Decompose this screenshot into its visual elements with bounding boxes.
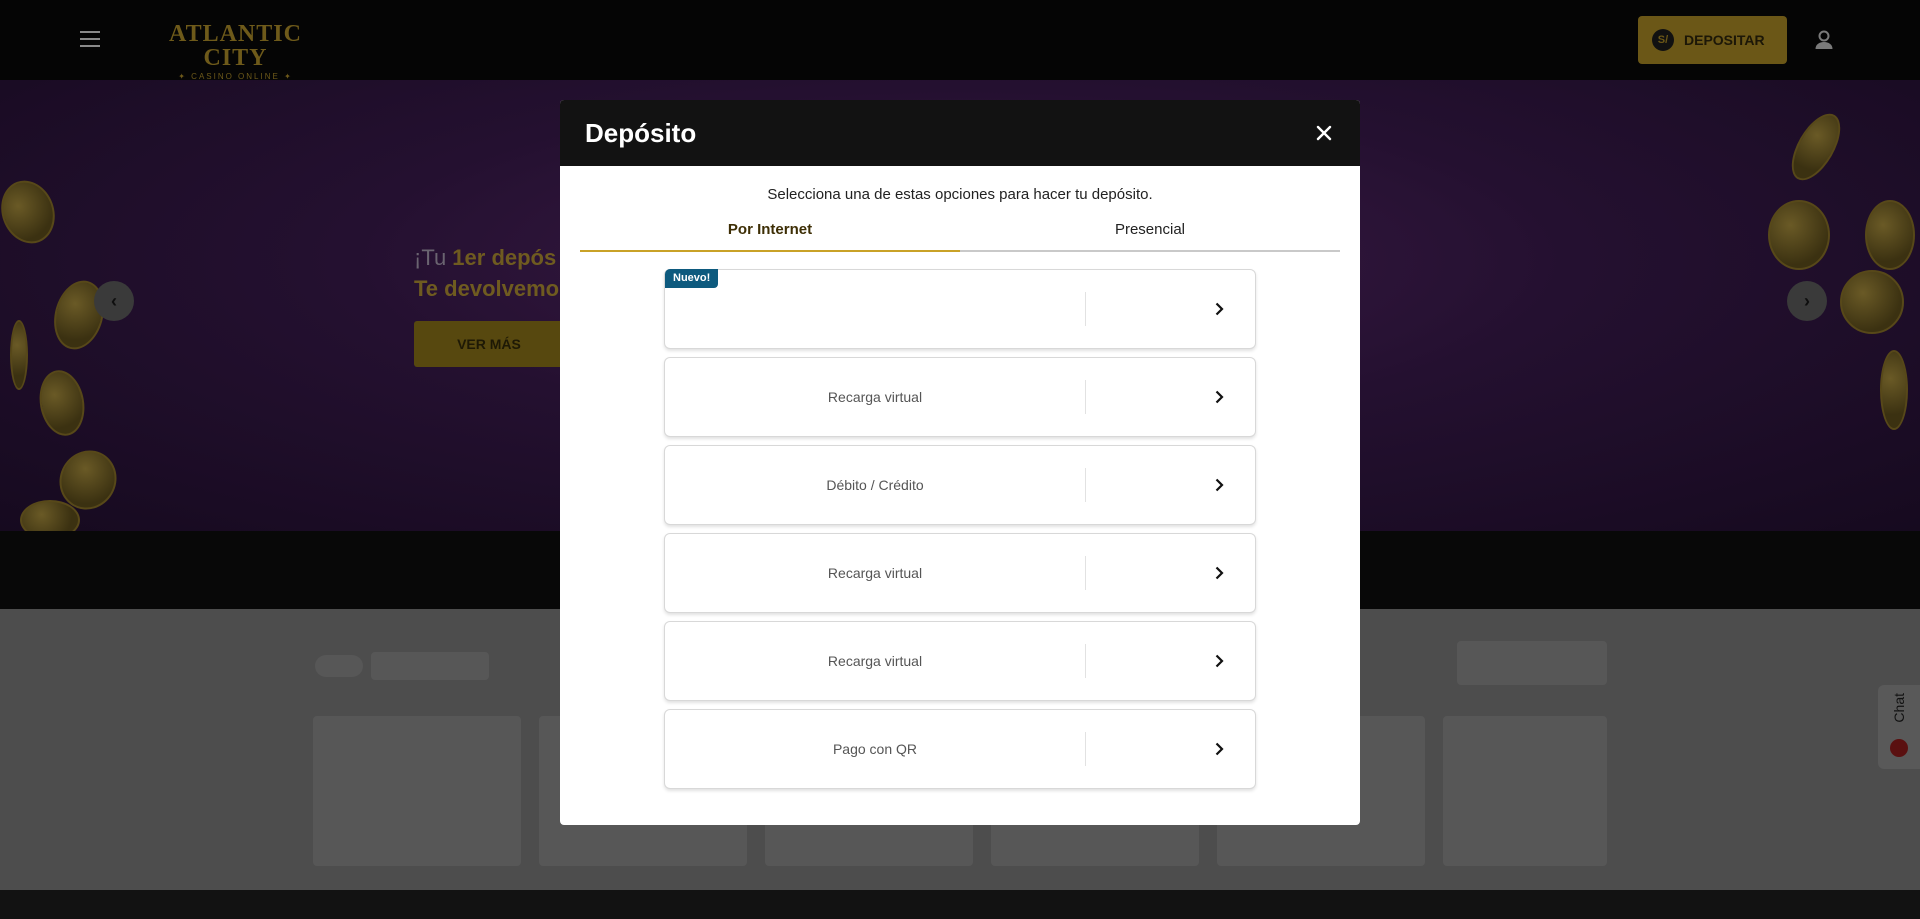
chevron-right-icon	[1215, 390, 1224, 404]
chevron-right-icon	[1215, 566, 1224, 580]
banner-headline: ¡Tu 1er depós Te devolvemo	[414, 242, 559, 304]
menu-icon[interactable]	[80, 31, 102, 47]
option-divider	[1085, 732, 1086, 766]
option-divider	[1085, 556, 1086, 590]
gold-coin-decoration	[1880, 350, 1908, 430]
chevron-right-icon	[1215, 302, 1224, 316]
deposit-option-new[interactable]: Nuevo!	[664, 269, 1256, 349]
carousel-next-button[interactable]: ›	[1787, 281, 1827, 321]
deposit-options-list: Nuevo! Recarga virtual Débito / Crédito …	[560, 269, 1360, 789]
skeleton-card	[313, 716, 521, 866]
chevron-right-icon	[1215, 478, 1224, 492]
chevron-right-icon: ›	[1804, 290, 1810, 311]
top-header: ATLANTIC CITY ✦ CASINO ONLINE ✦ S/ DEPOS…	[0, 0, 1920, 81]
option-label: Recarga virtual	[827, 389, 923, 405]
user-account-icon[interactable]	[1812, 28, 1836, 52]
option-divider	[1085, 644, 1086, 678]
chevron-left-icon: ‹	[111, 290, 117, 311]
deposit-option-pago-qr[interactable]: Pago con QR	[664, 709, 1256, 789]
site-logo[interactable]: ATLANTIC CITY ✦ CASINO ONLINE ✦	[143, 22, 328, 81]
banner-headline-bold: 1er depós	[452, 245, 557, 270]
tab-por-internet[interactable]: Por Internet	[580, 221, 960, 252]
close-icon[interactable]	[1312, 121, 1336, 145]
option-label: Débito / Crédito	[826, 477, 924, 493]
deposit-option-recarga-virtual[interactable]: Recarga virtual	[664, 533, 1256, 613]
gold-coin-decoration	[1840, 270, 1904, 334]
gold-coin-decoration	[1768, 200, 1830, 270]
deposit-button-label: DEPOSITAR	[1684, 32, 1765, 48]
gold-coin-decoration	[1865, 200, 1915, 270]
gold-coin-decoration	[10, 320, 28, 390]
option-label: Pago con QR	[832, 741, 918, 757]
gold-coin-decoration	[1781, 105, 1851, 189]
skeleton-pill	[315, 655, 363, 677]
deposit-option-recarga-virtual[interactable]: Recarga virtual	[664, 357, 1256, 437]
page-footer	[0, 890, 1920, 919]
gold-coin-decoration	[34, 366, 90, 440]
deposit-option-debito-credito[interactable]: Débito / Crédito	[664, 445, 1256, 525]
banner-headline-part: ¡Tu	[414, 245, 453, 270]
option-label: Recarga virtual	[827, 653, 923, 669]
chat-widget-button[interactable]: Chat	[1878, 685, 1920, 769]
deposit-button[interactable]: S/ DEPOSITAR	[1638, 16, 1787, 64]
option-label	[665, 270, 1085, 348]
chevron-right-icon	[1215, 742, 1224, 756]
tab-presencial[interactable]: Presencial	[960, 221, 1340, 252]
banner-headline-line2: Te devolvemo	[414, 276, 560, 301]
logo-text: ATLANTIC CITY	[169, 21, 302, 71]
modal-title: Depósito	[585, 117, 697, 148]
currency-coin-icon: S/	[1652, 29, 1674, 51]
chat-icon	[1890, 739, 1908, 757]
deposit-modal: Depósito Selecciona una de estas opcione…	[560, 100, 1360, 825]
carousel-prev-button[interactable]: ‹	[94, 281, 134, 321]
option-divider	[1085, 380, 1086, 414]
modal-subtitle: Selecciona una de estas opciones para ha…	[767, 186, 1153, 203]
option-divider	[1085, 468, 1086, 502]
modal-header: Depósito	[560, 100, 1360, 166]
gold-coin-decoration	[0, 173, 64, 251]
deposit-method-tabs: Por Internet Presencial	[580, 221, 1340, 252]
chevron-right-icon	[1215, 654, 1224, 668]
skeleton-card	[1443, 716, 1607, 866]
skeleton-title	[371, 652, 489, 680]
option-label: Recarga virtual	[827, 565, 923, 581]
deposit-option-recarga-virtual[interactable]: Recarga virtual	[664, 621, 1256, 701]
chat-label: Chat	[1891, 693, 1907, 723]
option-divider	[1085, 292, 1086, 326]
ver-mas-button[interactable]: VER MÁS	[414, 321, 564, 367]
skeleton-button	[1457, 641, 1607, 685]
